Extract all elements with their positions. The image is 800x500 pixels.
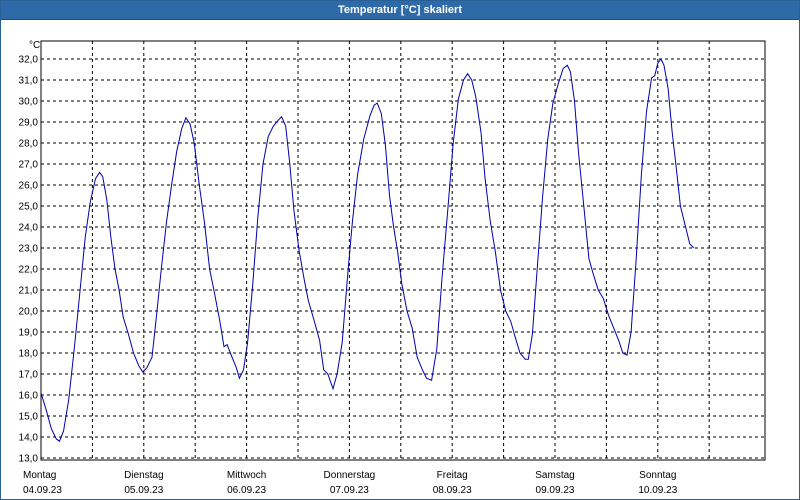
y-tick-label: 18,0 bbox=[19, 349, 39, 360]
y-tick-label: 17,0 bbox=[19, 370, 39, 381]
x-tick-date-label: 07.09.23 bbox=[330, 485, 369, 496]
y-tick-label: 28,0 bbox=[19, 139, 39, 150]
x-tick-day-label: Sonntag bbox=[639, 470, 676, 481]
y-tick-label: 27,0 bbox=[19, 160, 39, 171]
x-tick-date-label: 10.09.23 bbox=[638, 485, 677, 496]
y-tick-label: 19,0 bbox=[19, 328, 39, 339]
y-tick-label: 14,0 bbox=[19, 433, 39, 444]
x-tick-date-label: 04.09.23 bbox=[23, 485, 62, 496]
x-tick-date-label: 08.09.23 bbox=[433, 485, 472, 496]
chart-window: Temperatur [°C] skaliert 13,0 14,0 15,0 16,… bbox=[0, 0, 800, 500]
x-tick-day-label: Montag bbox=[23, 470, 56, 481]
plot-area bbox=[40, 40, 766, 461]
x-tick-day-label: Dienstag bbox=[124, 470, 163, 481]
y-axis-ticks: 13,0 14,0 15,0 16,0 17,0 18,0 19,0 20,0 21,0 22,0… bbox=[19, 55, 39, 465]
y-tick-label: 13,0 bbox=[19, 454, 39, 465]
x-tick-day-label: Samstag bbox=[535, 470, 574, 481]
y-tick-label: 21,0 bbox=[19, 286, 39, 297]
x-tick-date-label: 09.09.23 bbox=[536, 485, 575, 496]
y-tick-label: 25,0 bbox=[19, 202, 39, 213]
y-tick-label: 23,0 bbox=[19, 244, 39, 255]
y-tick-label: 26,0 bbox=[19, 181, 39, 192]
y-tick-label: 24,0 bbox=[19, 223, 39, 234]
y-tick-label: 15,0 bbox=[19, 412, 39, 423]
x-tick-date-label: 05.09.23 bbox=[124, 485, 163, 496]
y-tick-label: 16,0 bbox=[19, 391, 39, 402]
y-tick-label: 20,0 bbox=[19, 307, 39, 318]
y-tick-label: 22,0 bbox=[19, 265, 39, 276]
x-axis-ticks: Montag 04.09.23 Dienstag 05.09.23 Mittwoch 06… bbox=[23, 470, 678, 496]
temperature-chart: 13,0 14,0 15,0 16,0 17,0 18,0 19,0 20,0 21,0 22,0… bbox=[19, 40, 766, 496]
x-tick-date-label: 06.09.23 bbox=[227, 485, 266, 496]
x-tick-day-label: Freitag bbox=[437, 470, 468, 481]
y-tick-label: 32,0 bbox=[19, 55, 39, 66]
y-tick-label: 30,0 bbox=[19, 97, 39, 108]
y-axis-unit-label: °C bbox=[29, 40, 40, 51]
y-tick-label: 31,0 bbox=[19, 76, 39, 87]
x-tick-day-label: Donnerstag bbox=[324, 470, 376, 481]
y-tick-label: 29,0 bbox=[19, 118, 39, 129]
x-tick-day-label: Mittwoch bbox=[227, 470, 266, 481]
